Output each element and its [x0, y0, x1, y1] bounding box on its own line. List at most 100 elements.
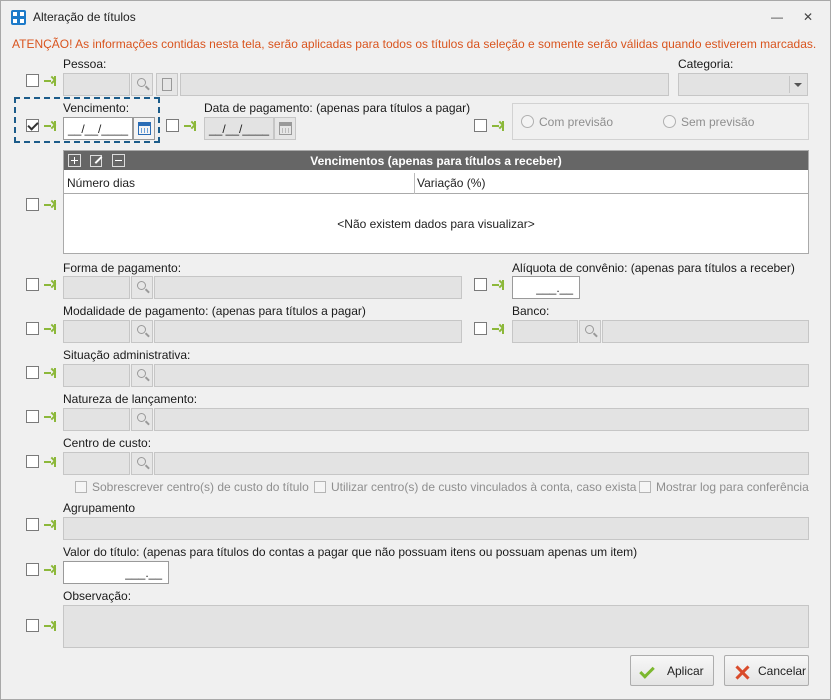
add-person-icon [162, 78, 172, 91]
column-numero-dias[interactable]: Número dias [67, 176, 135, 190]
categoria-label: Categoria: [678, 57, 734, 71]
data-pagamento-calendar-button[interactable] [274, 117, 296, 140]
check-icon [639, 663, 655, 679]
pessoa-search-button[interactable] [131, 73, 153, 96]
apply-arrow-icon [44, 519, 56, 531]
natureza-checkbox[interactable] [26, 410, 39, 423]
modalidade-name-input[interactable] [154, 320, 462, 343]
sobrescrever-label: Sobrescrever centro(s) de custo do títul… [92, 480, 309, 494]
situacao-checkbox[interactable] [26, 366, 39, 379]
window-title: Alteração de títulos [33, 10, 136, 24]
natureza-name-input[interactable] [154, 408, 809, 431]
apply-arrow-icon [44, 456, 56, 468]
data-pagamento-input[interactable]: __/__/____ [204, 117, 274, 140]
forma-pagamento-checkbox[interactable] [26, 278, 39, 291]
apply-arrow-icon [44, 367, 56, 379]
centro-custo-checkbox[interactable] [26, 455, 39, 468]
agrupamento-label: Agrupamento [63, 501, 136, 515]
categoria-select[interactable] [678, 73, 808, 96]
apply-arrow-icon [44, 75, 56, 87]
previsao-checkbox[interactable] [474, 119, 487, 132]
utilizar-label: Utilizar centro(s) de custo vinculados à… [331, 480, 637, 494]
pessoa-checkbox[interactable] [26, 74, 39, 87]
com-previsao-label: Com previsão [539, 115, 614, 129]
banco-checkbox[interactable] [474, 322, 487, 335]
forma-pagamento-code-input[interactable] [63, 276, 130, 299]
modalidade-search-button[interactable] [131, 320, 153, 343]
sem-previsao-label: Sem previsão [681, 115, 755, 129]
apply-arrow-icon [44, 620, 56, 632]
natureza-label: Natureza de lançamento: [63, 392, 198, 406]
modalidade-code-input[interactable] [63, 320, 130, 343]
aliquota-input[interactable]: ___.__ [512, 276, 580, 299]
forma-pagamento-search-button[interactable] [131, 276, 153, 299]
aliquota-mask: ___.__ [536, 281, 573, 295]
utilizar-checkbox[interactable] [314, 481, 326, 493]
mostrar-log-checkbox[interactable] [639, 481, 651, 493]
forma-pagamento-name-input[interactable] [154, 276, 462, 299]
apply-arrow-icon [44, 279, 56, 291]
banco-name-input[interactable] [602, 320, 809, 343]
agrupamento-checkbox[interactable] [26, 518, 39, 531]
observacao-label: Observação: [63, 589, 132, 603]
pessoa-code-input[interactable] [63, 73, 130, 96]
vencimento-date-input[interactable]: __/__/____ [63, 117, 133, 140]
banco-code-input[interactable] [512, 320, 578, 343]
title-bar: Alteração de títulos — ✕ [1, 1, 830, 33]
agrupamento-input[interactable] [63, 517, 809, 540]
situacao-search-button[interactable] [131, 364, 153, 387]
dialog-window: Alteração de títulos — ✕ ATENÇÃO! As inf… [0, 0, 831, 700]
data-pagamento-mask: __/__/____ [209, 122, 270, 136]
vencimento-calendar-button[interactable] [133, 117, 155, 140]
vencimento-checkbox[interactable] [26, 119, 39, 132]
chevron-down-icon [794, 83, 802, 87]
valor-label: Valor do título: (apenas para títulos do… [63, 545, 638, 559]
aliquota-label: Alíquota de convênio: (apenas para títul… [512, 261, 795, 275]
column-variacao[interactable]: Variação (%) [417, 176, 485, 190]
search-icon [137, 413, 146, 422]
sem-previsao-radio[interactable] [663, 115, 676, 128]
grid-title: Vencimentos (apenas para títulos a receb… [310, 154, 562, 168]
aplicar-button[interactable]: Aplicar [630, 655, 714, 686]
centro-custo-search-button[interactable] [131, 452, 153, 475]
close-button[interactable]: ✕ [800, 9, 816, 25]
search-icon [137, 369, 146, 378]
pessoa-label: Pessoa: [63, 57, 107, 71]
cancelar-button[interactable]: Cancelar [724, 655, 809, 686]
observacao-textarea[interactable] [63, 605, 809, 648]
centro-custo-label: Centro de custo: [63, 436, 152, 450]
valor-checkbox[interactable] [26, 563, 39, 576]
natureza-code-input[interactable] [63, 408, 130, 431]
centro-custo-code-input[interactable] [63, 452, 130, 475]
valor-input[interactable]: ___.__ [63, 561, 169, 584]
cancelar-button-label: Cancelar [758, 664, 807, 678]
situacao-name-input[interactable] [154, 364, 809, 387]
banco-label: Banco: [512, 304, 550, 318]
situacao-code-input[interactable] [63, 364, 130, 387]
grid-column-headers: Número dias Variação (%) [64, 173, 808, 194]
previsao-radio-group: Com previsão Sem previsão [512, 103, 809, 140]
apply-arrow-icon [492, 279, 504, 291]
sobrescrever-checkbox[interactable] [75, 481, 87, 493]
vencimento-label: Vencimento: [63, 101, 130, 115]
centro-custo-name-input[interactable] [154, 452, 809, 475]
minimize-button[interactable]: — [769, 9, 785, 25]
pessoa-name-input[interactable] [180, 73, 669, 96]
natureza-search-button[interactable] [131, 408, 153, 431]
banco-search-button[interactable] [579, 320, 601, 343]
com-previsao-radio[interactable] [521, 115, 534, 128]
modalidade-checkbox[interactable] [26, 322, 39, 335]
data-pagamento-checkbox[interactable] [166, 119, 179, 132]
apply-arrow-icon [44, 323, 56, 335]
data-pagamento-label: Data de pagamento: (apenas para títulos … [204, 101, 471, 115]
search-icon [137, 281, 146, 290]
close-icon [733, 663, 751, 681]
apply-arrow-icon [44, 120, 56, 132]
vencimentos-grid: Vencimentos (apenas para títulos a receb… [63, 150, 809, 254]
situacao-label: Situação administrativa: [63, 348, 191, 362]
aliquota-checkbox[interactable] [474, 278, 487, 291]
grid-header: Vencimentos (apenas para títulos a receb… [64, 151, 808, 170]
observacao-checkbox[interactable] [26, 619, 39, 632]
vencimentos-grid-checkbox[interactable] [26, 198, 39, 211]
pessoa-add-button[interactable] [156, 73, 178, 96]
